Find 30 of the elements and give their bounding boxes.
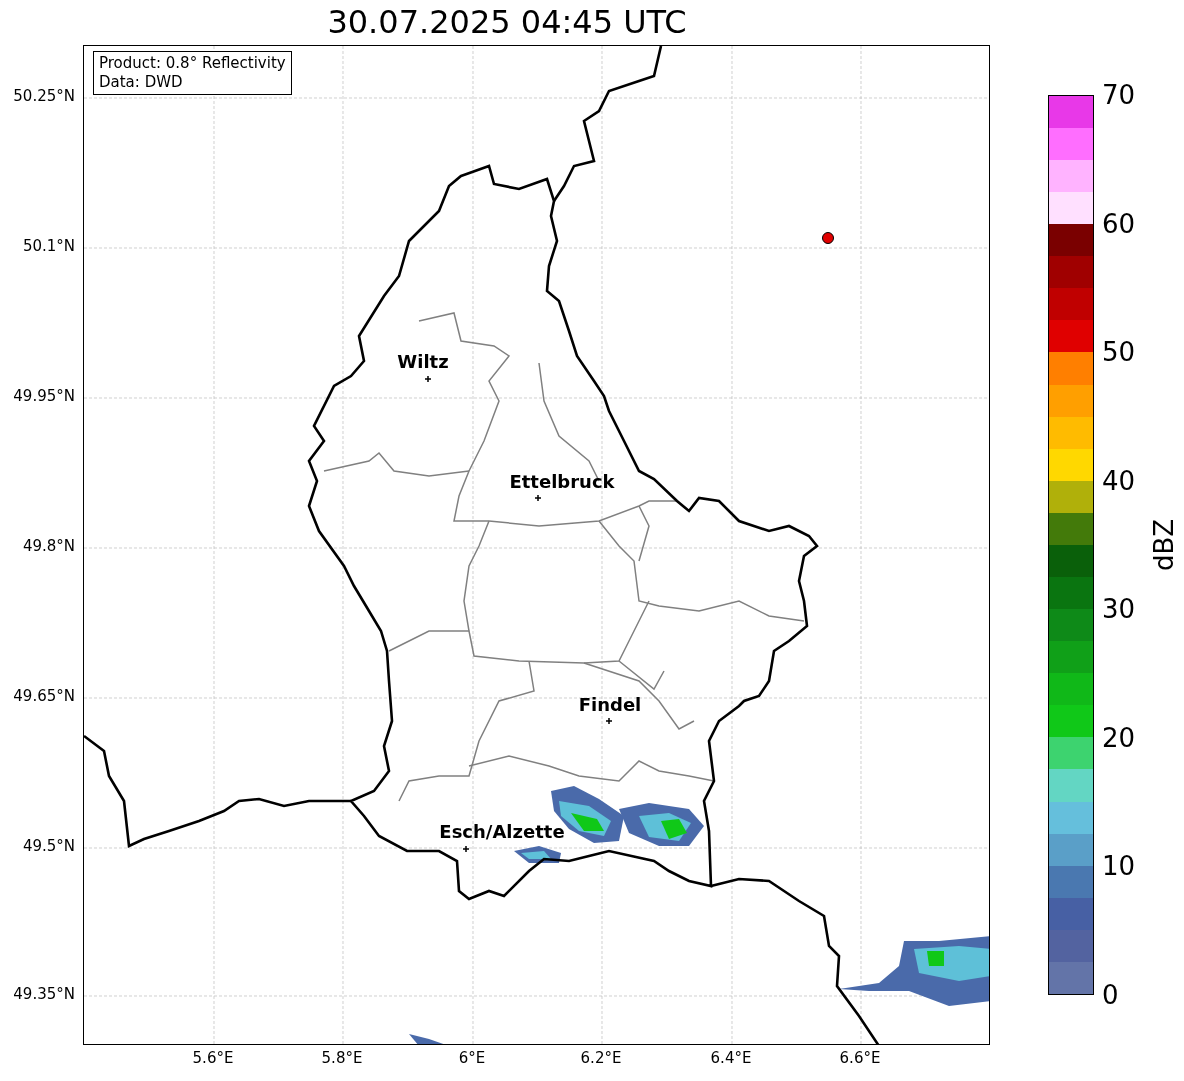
place-label: Esch/Alzette xyxy=(439,823,565,841)
chart-title: 30.07.2025 04:45 UTC xyxy=(327,2,687,43)
longitude-label: 5.6°E xyxy=(192,1051,234,1066)
longitude-label: 5.8°E xyxy=(321,1051,363,1066)
colorbar-tick-label: 30 xyxy=(1102,596,1136,623)
longitude-label: 6.2°E xyxy=(580,1051,622,1066)
place-label: Findel xyxy=(578,696,642,714)
place-label: Ettelbruck xyxy=(509,473,615,491)
colorbar-tick-label: 50 xyxy=(1102,339,1136,366)
info-text: Product: 0.8° Reflectivity xyxy=(99,54,286,73)
latitude-label: 49.35°N xyxy=(13,987,75,1002)
colorbar-tick-label: 10 xyxy=(1102,853,1136,880)
latitude-label: 50.25°N xyxy=(13,89,75,104)
longitude-label: 6°E xyxy=(458,1051,486,1066)
colorbar-tick-label: 0 xyxy=(1102,982,1119,1008)
latitude-label: 50.1°N xyxy=(22,239,75,254)
latitude-label: 49.5°N xyxy=(22,839,75,854)
colorbar-label: dBZ xyxy=(1151,518,1177,572)
longitude-label: 6.6°E xyxy=(839,1051,881,1066)
latitude-label: 49.8°N xyxy=(22,539,75,554)
colorbar-tick-label: 60 xyxy=(1102,210,1136,237)
latitude-label: 49.95°N xyxy=(13,389,75,404)
colorbar-tick-label: 70 xyxy=(1102,82,1136,108)
colorbar-tick-label: 20 xyxy=(1102,724,1136,751)
place-label: Wiltz xyxy=(397,353,449,371)
longitude-label: 6.4°E xyxy=(710,1051,752,1066)
info-text: Data: DWD xyxy=(99,73,184,92)
colorbar-tick-label: 40 xyxy=(1102,467,1136,494)
latitude-label: 49.65°N xyxy=(13,689,75,704)
marker-dot xyxy=(822,232,834,244)
